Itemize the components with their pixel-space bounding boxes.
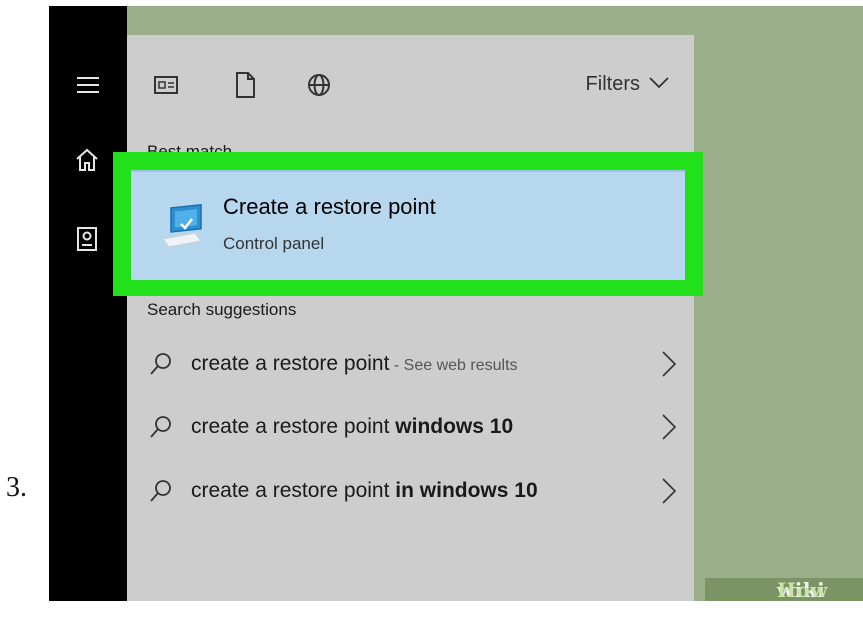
step-number: 3. — [6, 472, 27, 503]
search-icon — [147, 477, 175, 505]
search-icon — [147, 413, 175, 441]
filters-button[interactable]: Filters — [586, 73, 670, 96]
best-match-title: Create a restore point — [223, 194, 436, 219]
apps-icon[interactable] — [152, 71, 180, 99]
wikihow-watermark: wiki How — [705, 578, 863, 601]
home-icon[interactable] — [74, 147, 100, 173]
document-icon[interactable] — [231, 71, 259, 99]
hamburger-menu-icon[interactable] — [74, 74, 102, 96]
suggestion-item[interactable]: create a restore point in windows 10 — [147, 471, 677, 511]
filters-label: Filters — [585, 73, 640, 95]
suggestion-text: create a restore point windows 10 — [191, 415, 514, 438]
best-match-result[interactable]: Create a restore point Control panel — [131, 170, 685, 280]
globe-icon[interactable] — [305, 71, 333, 99]
screenshot-frame: Filters Best match Create a restore poin… — [49, 6, 863, 601]
contact-card-icon[interactable] — [74, 225, 100, 253]
best-match-subtitle: Control panel — [223, 234, 325, 253]
chevron-down-icon — [648, 73, 670, 96]
suggestion-text: create a restore point in windows 10 — [191, 479, 538, 502]
start-sidebar — [49, 6, 127, 601]
chevron-right-icon — [659, 413, 679, 441]
control-panel-icon — [161, 197, 221, 257]
suggestion-item[interactable]: create a restore point - See web results — [147, 344, 677, 384]
search-panel: Filters Best match Create a restore poin… — [113, 35, 703, 601]
chevron-right-icon — [659, 350, 679, 378]
suggestion-item[interactable]: create a restore point windows 10 — [147, 407, 677, 447]
best-match-highlight: Create a restore point Control panel — [113, 152, 703, 296]
chevron-right-icon — [659, 477, 679, 505]
search-suggestions-heading: Search suggestions — [147, 300, 297, 319]
search-icon — [147, 350, 175, 378]
suggestion-text: create a restore point - See web results — [191, 352, 518, 375]
